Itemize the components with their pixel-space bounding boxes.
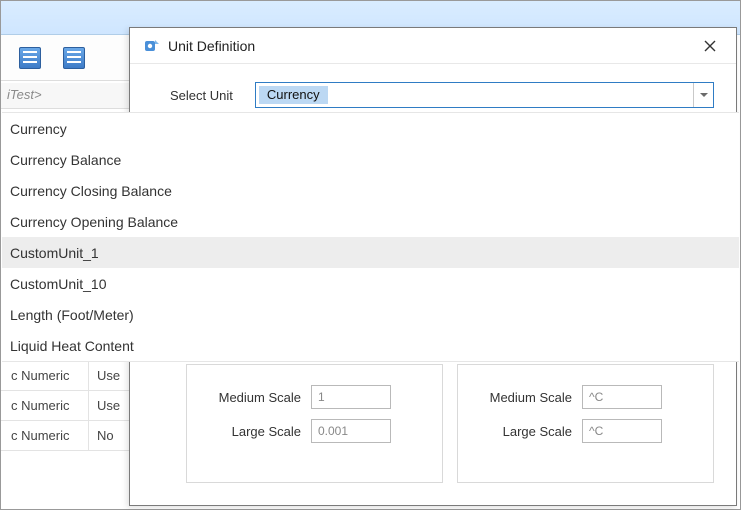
background-toolbar: [1, 35, 131, 81]
close-button[interactable]: [694, 32, 726, 60]
dropdown-option[interactable]: Currency Opening Balance: [2, 206, 739, 237]
large-scale-input[interactable]: [311, 419, 391, 443]
breadcrumb: iTest>: [1, 83, 131, 109]
dropdown-option[interactable]: Currency: [2, 113, 739, 144]
scale-panels: Medium Scale Large Scale Medium Scale La…: [130, 364, 736, 505]
cell-scope: No: [89, 428, 114, 443]
dropdown-option[interactable]: Liquid Heat Content: [2, 330, 739, 361]
dropdown-option[interactable]: Length (Foot/Meter): [2, 299, 739, 330]
select-unit-row: Select Unit Currency: [170, 82, 714, 108]
cell-type: c Numeric: [1, 391, 89, 420]
large-scale-label: Large Scale: [201, 424, 301, 439]
large-scale-input[interactable]: [582, 419, 662, 443]
dropdown-option[interactable]: Currency Closing Balance: [2, 175, 739, 206]
left-scale-panel: Medium Scale Large Scale: [186, 364, 443, 483]
grid-icon: [19, 47, 41, 69]
titlebar: Unit Definition: [130, 28, 736, 64]
combobox-value: Currency: [259, 86, 328, 104]
app-icon: [144, 38, 160, 54]
medium-scale-label: Medium Scale: [201, 390, 301, 405]
unit-dropdown-list[interactable]: Currency Currency Balance Currency Closi…: [2, 112, 739, 362]
cell-scope: Use: [89, 368, 120, 383]
cell-type: c Numeric: [1, 421, 89, 450]
large-scale-label: Large Scale: [472, 424, 572, 439]
dropdown-option[interactable]: CustomUnit_1: [2, 237, 739, 268]
medium-scale-label: Medium Scale: [472, 390, 572, 405]
cell-type: c Numeric: [1, 361, 89, 390]
select-unit-label: Select Unit: [170, 88, 233, 103]
medium-scale-input[interactable]: [582, 385, 662, 409]
dropdown-option[interactable]: Currency Balance: [2, 144, 739, 175]
medium-scale-input[interactable]: [311, 385, 391, 409]
grid-icon: [63, 47, 85, 69]
dialog-title: Unit Definition: [168, 38, 255, 54]
cell-scope: Use: [89, 398, 120, 413]
select-unit-combobox[interactable]: Currency: [255, 82, 714, 108]
dropdown-option[interactable]: CustomUnit_10: [2, 268, 739, 299]
chevron-down-icon[interactable]: [693, 83, 713, 107]
right-scale-panel: Medium Scale Large Scale: [457, 364, 714, 483]
